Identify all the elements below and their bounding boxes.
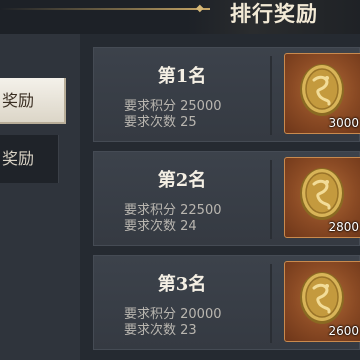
- reward-amount: 2800: [328, 220, 359, 234]
- count-requirement: 要求次数 25: [124, 115, 197, 130]
- card-divider: [270, 160, 272, 239]
- header-bar: ◆ 排行奖励: [0, 0, 360, 34]
- page-title: 排行奖励: [230, 1, 318, 26]
- ornament-icon: ◆: [196, 3, 204, 14]
- rank-label: 第2名: [157, 170, 207, 191]
- card-divider: [270, 264, 272, 343]
- tab-label: 奖励: [2, 91, 35, 110]
- reward-item[interactable]: 3000: [284, 53, 360, 134]
- rank-label: 第1名: [157, 66, 207, 87]
- tab-sidebar: 奖励 奖励: [0, 34, 80, 360]
- reward-item[interactable]: 2600: [284, 261, 360, 342]
- gold-dragon-coin-icon: [300, 272, 344, 324]
- rank-label: 第3名: [157, 274, 207, 295]
- tab-reward[interactable]: 奖励: [0, 135, 59, 183]
- reward-card-rank-1: 第1名 要求积分 25000 要求次数 25 3000: [93, 47, 360, 142]
- reward-amount: 3000: [328, 116, 359, 130]
- header-decoration-line: [0, 8, 210, 10]
- gold-dragon-coin-icon: [300, 64, 344, 116]
- reward-item[interactable]: 2800: [284, 157, 360, 238]
- tab-reward-active[interactable]: 奖励: [0, 78, 66, 124]
- tab-label: 奖励: [2, 149, 35, 168]
- gold-dragon-coin-icon: [300, 168, 344, 220]
- reward-card-rank-3: 第3名 要求积分 20000 要求次数 23 2600: [93, 255, 360, 350]
- reward-card-rank-2: 第2名 要求积分 22500 要求次数 24 2800: [93, 151, 360, 246]
- count-requirement: 要求次数 23: [124, 323, 197, 338]
- reward-amount: 2600: [328, 324, 359, 338]
- count-requirement: 要求次数 24: [124, 219, 197, 234]
- card-divider: [270, 56, 272, 135]
